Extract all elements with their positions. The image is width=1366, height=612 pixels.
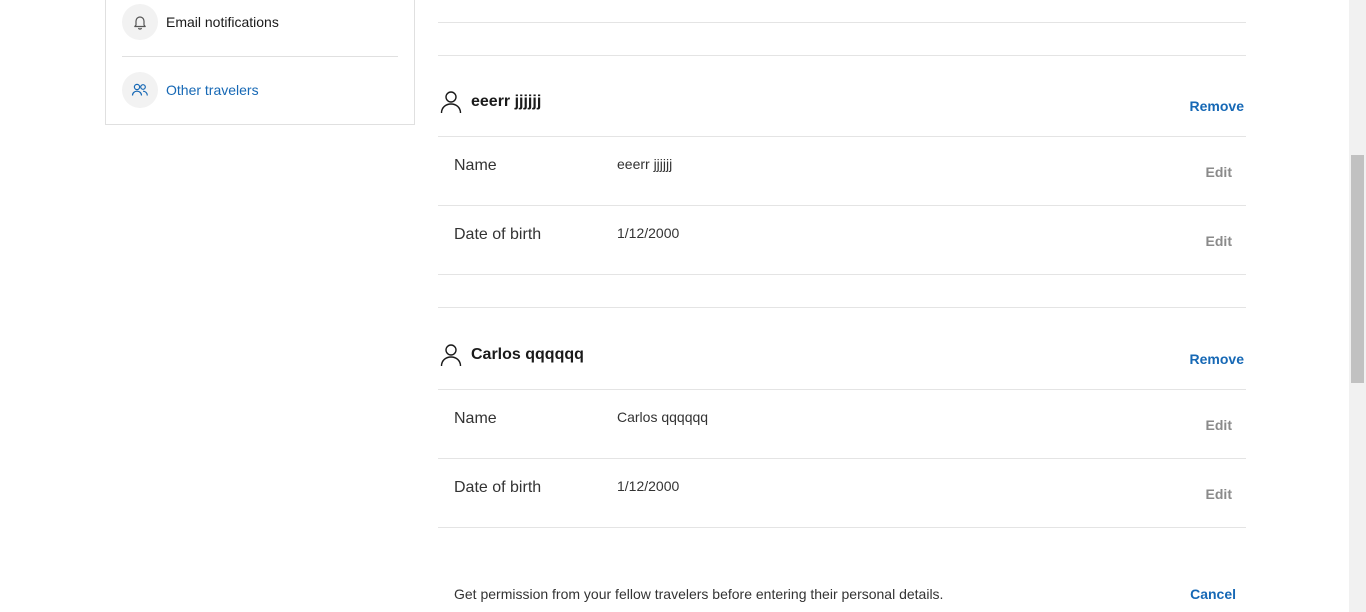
- edit-date-of-birth-button[interactable]: Edit: [1206, 233, 1232, 249]
- bell-icon: [122, 4, 158, 40]
- row-label: Date of birth: [454, 479, 542, 496]
- row-label: Name: [454, 410, 497, 427]
- traveler-detail-row: Date of birth 1/12/2000 Edit: [438, 206, 1246, 274]
- sidebar-item-label: Email notifications: [166, 14, 279, 30]
- sidebar-item-other-travelers[interactable]: Other travelers: [122, 62, 398, 118]
- row-label: Date of birth: [454, 226, 542, 243]
- people-icon: [122, 72, 158, 108]
- permission-note: Get permission from your fellow traveler…: [454, 586, 944, 602]
- page: Email notifications Other travelers eeer…: [0, 0, 1366, 612]
- divider: [438, 22, 1246, 23]
- divider: [438, 274, 1246, 275]
- divider: [438, 307, 1246, 308]
- traveler-name: eeerr jjjjjj: [471, 93, 542, 110]
- sidebar-item-email-notifications[interactable]: Email notifications: [122, 0, 398, 50]
- remove-traveler-button[interactable]: Remove: [1190, 351, 1244, 367]
- row-value: eeerr jjjjjj: [617, 156, 673, 172]
- edit-date-of-birth-button[interactable]: Edit: [1206, 486, 1232, 502]
- traveler-header: Carlos qqqqqq Remove: [438, 335, 1246, 375]
- row-value: 1/12/2000: [617, 225, 680, 241]
- divider: [438, 527, 1246, 528]
- row-value: 1/12/2000: [617, 478, 680, 494]
- traveler-header: eeerr jjjjjj Remove: [438, 82, 1246, 122]
- cancel-button[interactable]: Cancel: [1190, 586, 1236, 602]
- page-scrollbar[interactable]: [1349, 0, 1366, 612]
- traveler-detail-row: Name eeerr jjjjjj Edit: [438, 137, 1246, 205]
- person-icon: [440, 91, 462, 114]
- other-travelers-panel: eeerr jjjjjj Remove Name eeerr jjjjjj Ed…: [438, 0, 1246, 612]
- row-label: Name: [454, 157, 497, 174]
- edit-name-button[interactable]: Edit: [1206, 164, 1232, 180]
- divider: [438, 55, 1246, 56]
- sidebar-item-label: Other travelers: [166, 82, 259, 98]
- row-value: Carlos qqqqqq: [617, 409, 709, 425]
- traveler-name: Carlos qqqqqq: [471, 346, 584, 363]
- sidebar-divider: [122, 56, 398, 57]
- traveler-detail-row: Date of birth 1/12/2000 Edit: [438, 459, 1246, 527]
- scrollbar-thumb[interactable]: [1351, 155, 1364, 383]
- traveler-detail-row: Name Carlos qqqqqq Edit: [438, 390, 1246, 458]
- person-icon: [440, 344, 462, 367]
- edit-name-button[interactable]: Edit: [1206, 417, 1232, 433]
- remove-traveler-button[interactable]: Remove: [1190, 98, 1244, 114]
- account-sidebar: Email notifications Other travelers: [105, 0, 415, 125]
